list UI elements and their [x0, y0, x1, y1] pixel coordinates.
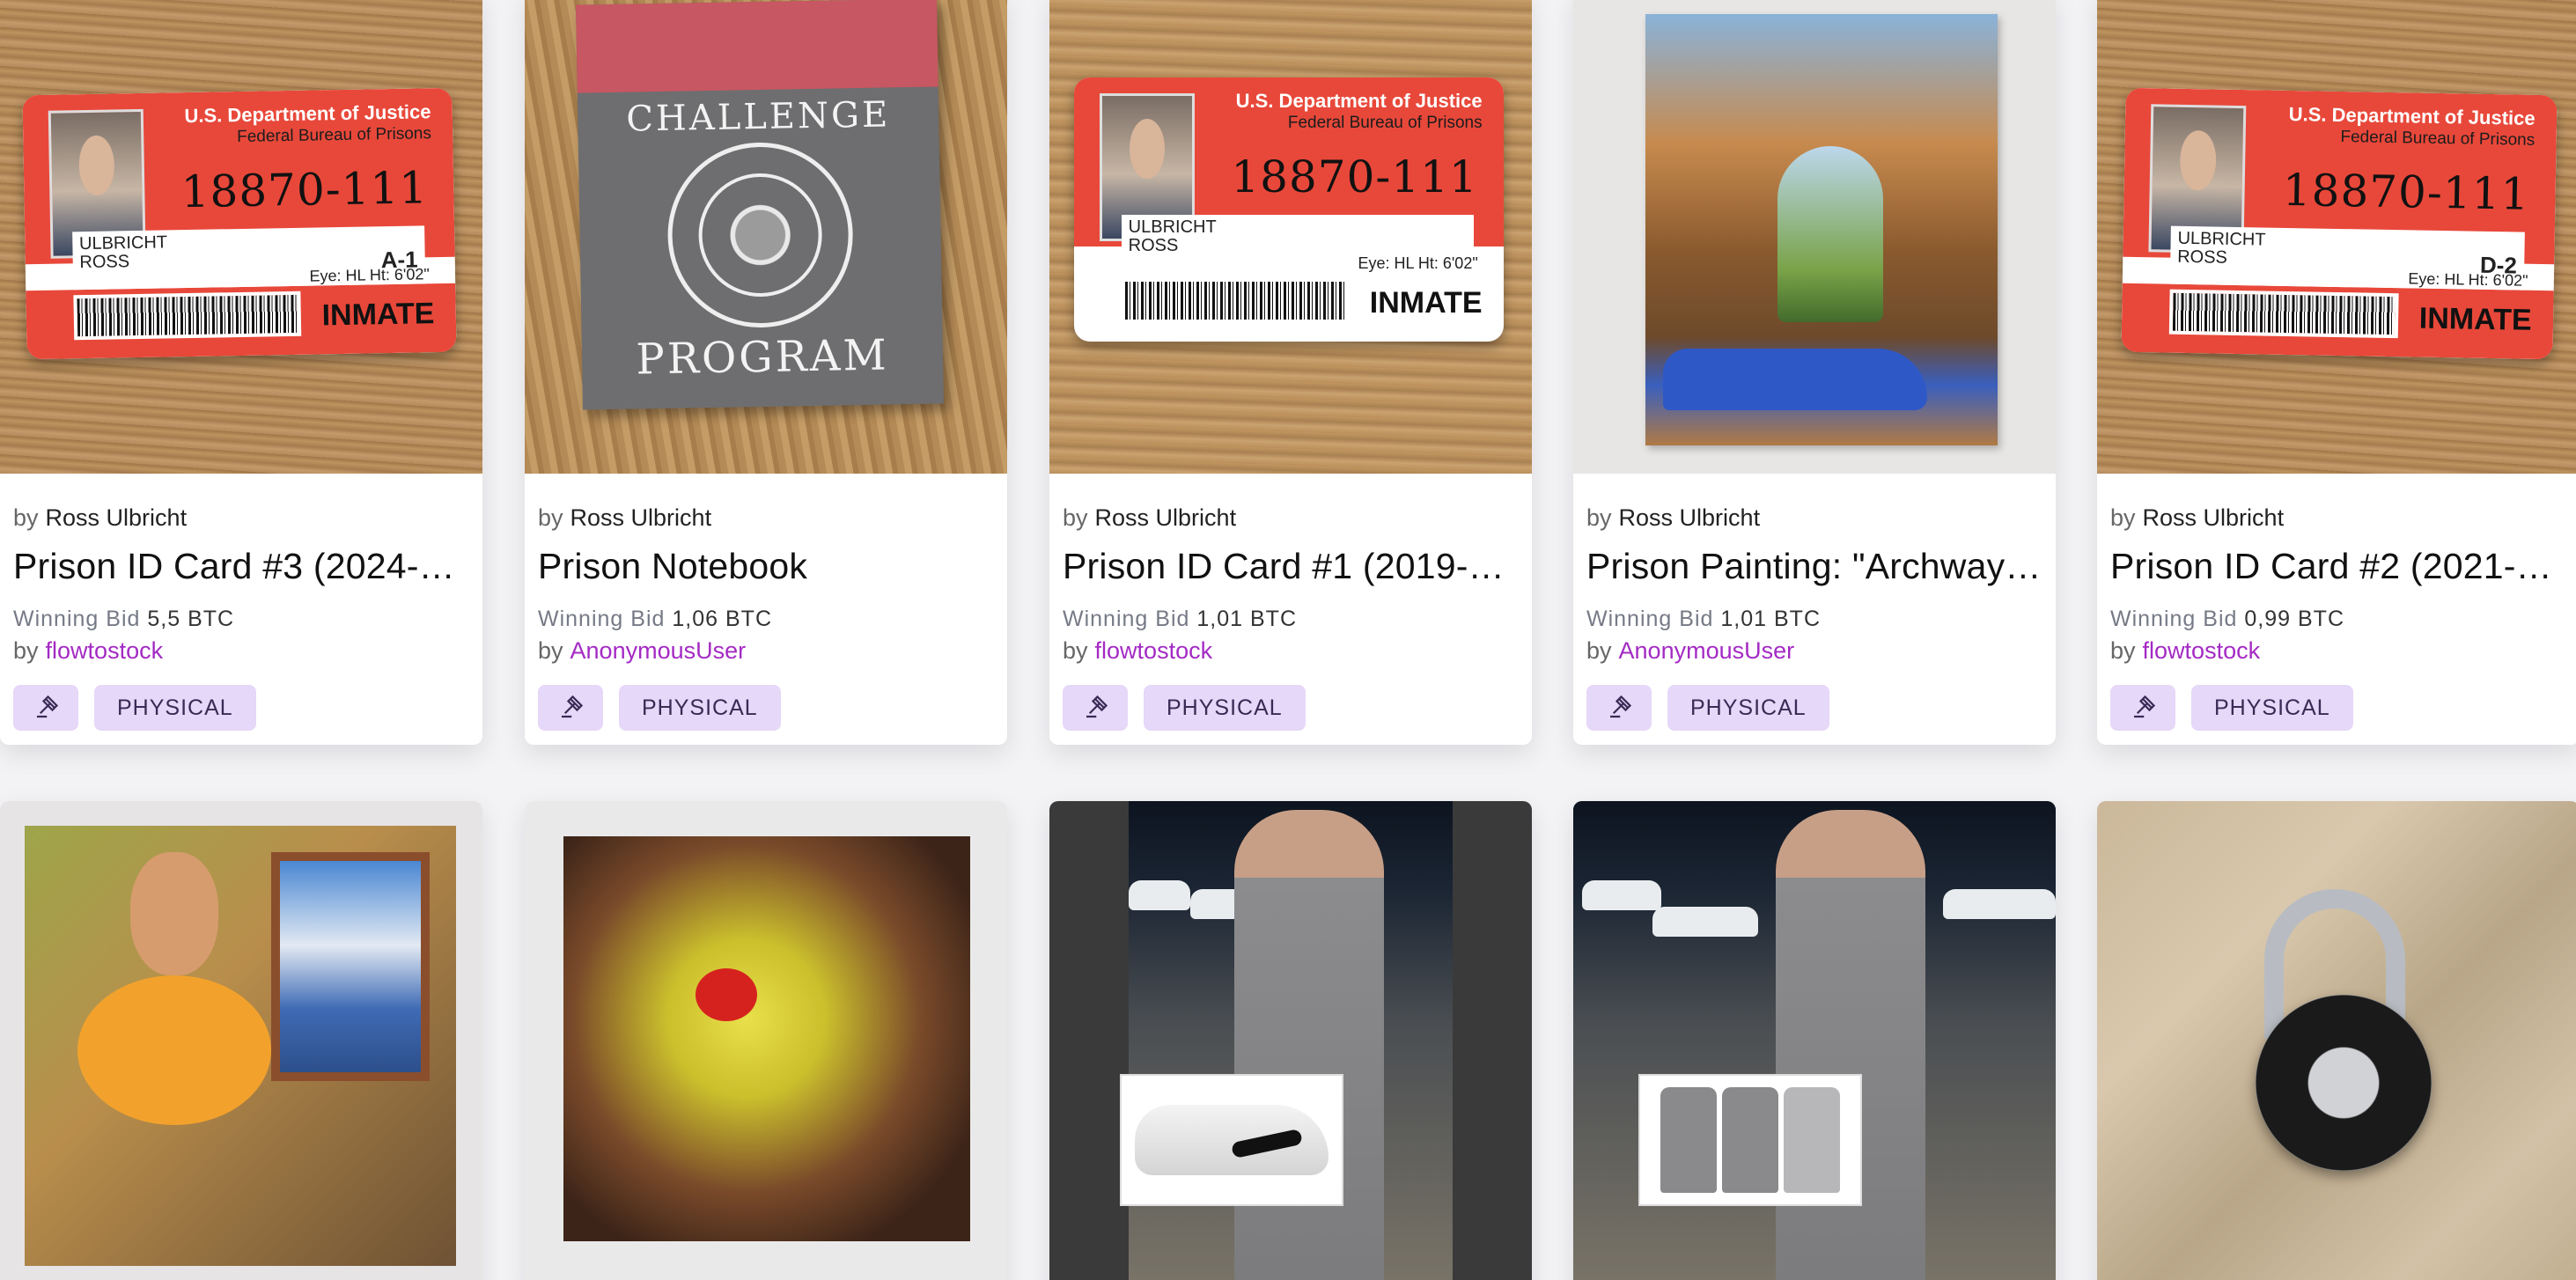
listing-image[interactable]: [1573, 0, 2056, 474]
listing-card[interactable]: [2097, 801, 2576, 1280]
listing-title[interactable]: Prison ID Card #1 (2019-20...: [1063, 541, 1519, 592]
artist-line: by Ross Ulbricht: [2110, 504, 2285, 531]
artist-name: Ross Ulbricht: [1094, 504, 1237, 531]
listing-title[interactable]: Prison Painting: "Archway" ...: [1586, 541, 2042, 592]
listing-title[interactable]: Prison ID Card #3 (2024-2...: [13, 541, 469, 592]
artist-line: by Ross Ulbricht: [13, 504, 188, 531]
clothes-inset-image: [1638, 1074, 1862, 1206]
listing-grid: U.S. Department of Justice Federal Bureau…: [0, 0, 2576, 1280]
artist-line: by Ross Ulbricht: [1586, 504, 1761, 531]
winner-line: by flowtostock: [2110, 637, 2261, 664]
winner-line: by AnonymousUser: [538, 637, 747, 664]
winner-link[interactable]: AnonymousUser: [570, 637, 747, 664]
listing-image[interactable]: U.S. Department of Justice Federal Bureau…: [0, 0, 482, 474]
artist-line: by Ross Ulbricht: [538, 504, 712, 531]
notebook-image: CHALLENGE PROGRAM: [576, 0, 944, 410]
artist-name: Ross Ulbricht: [1618, 504, 1761, 531]
listing-image[interactable]: [1049, 801, 1532, 1280]
winning-bid: Winning Bid 5,5 BTC: [13, 607, 235, 631]
gavel-icon[interactable]: [1063, 685, 1128, 731]
listing-image[interactable]: [0, 801, 482, 1280]
winning-bid: Winning Bid 1,06 BTC: [538, 607, 773, 631]
listing-image[interactable]: CHALLENGE PROGRAM: [525, 0, 1007, 474]
listing-title[interactable]: Prison ID Card #2 (2021-2...: [2110, 541, 2566, 592]
winning-bid: Winning Bid 0,99 BTC: [2110, 607, 2345, 631]
listing-card[interactable]: [525, 801, 1007, 1280]
artist-name: Ross Ulbricht: [570, 504, 712, 531]
listing-card[interactable]: [0, 801, 482, 1280]
listing-card[interactable]: U.S. Department of Justice Federal Bureau…: [2097, 0, 2576, 745]
winner-link[interactable]: flowtostock: [1095, 637, 1213, 664]
listing-card[interactable]: [1573, 801, 2056, 1280]
physical-tag[interactable]: PHYSICAL: [94, 685, 256, 731]
listing-title[interactable]: Prison Notebook: [538, 541, 994, 592]
winner-link[interactable]: flowtostock: [46, 637, 164, 664]
winner-link[interactable]: flowtostock: [2143, 637, 2261, 664]
physical-tag[interactable]: PHYSICAL: [619, 685, 781, 731]
listing-image[interactable]: U.S. Department of Justice Federal Bureau…: [2097, 0, 2576, 474]
night-photo-image: [1129, 801, 1453, 1280]
gavel-icon[interactable]: [1586, 685, 1652, 731]
winning-bid: Winning Bid 1,01 BTC: [1586, 607, 1822, 631]
winner-link[interactable]: AnonymousUser: [1619, 637, 1795, 664]
listing-card[interactable]: U.S. Department of Justice Federal Bureau…: [1049, 0, 1532, 745]
listing-card[interactable]: [1049, 801, 1532, 1280]
combination-lock-image: [2256, 995, 2432, 1171]
listing-image[interactable]: [1573, 801, 2056, 1280]
id-card-image: U.S. Department of Justice Federal Bureau…: [2121, 87, 2558, 360]
gavel-icon[interactable]: [538, 685, 603, 731]
listing-card[interactable]: by Ross Ulbricht Prison Painting: "Archwa…: [1573, 0, 2056, 745]
artist-line: by Ross Ulbricht: [1063, 504, 1237, 531]
archway-painting-image: [1645, 14, 1998, 445]
listing-card[interactable]: U.S. Department of Justice Federal Bureau…: [0, 0, 482, 745]
listing-image[interactable]: U.S. Department of Justice Federal Bureau…: [1049, 0, 1532, 474]
id-card-image: U.S. Department of Justice Federal Bureau…: [1074, 77, 1504, 342]
physical-tag[interactable]: PHYSICAL: [2191, 685, 2353, 731]
artist-name: Ross Ulbricht: [45, 504, 188, 531]
winner-line: by flowtostock: [1063, 637, 1213, 664]
winning-bid: Winning Bid 1,01 BTC: [1063, 607, 1298, 631]
night-photo-image: [1573, 801, 2056, 1280]
gavel-icon[interactable]: [2110, 685, 2175, 731]
shoes-inset-image: [1120, 1074, 1343, 1206]
physical-tag[interactable]: PHYSICAL: [1144, 685, 1306, 731]
listing-card[interactable]: CHALLENGE PROGRAM by Ross Ulbricht Prison…: [525, 0, 1007, 745]
winner-line: by flowtostock: [13, 637, 164, 664]
id-card-image: U.S. Department of Justice Federal Bureau…: [22, 87, 457, 360]
guitar-painting-image: [25, 826, 456, 1266]
listing-image[interactable]: [525, 801, 1007, 1280]
listing-image[interactable]: [2097, 801, 2576, 1280]
rose-painting-image: [563, 836, 970, 1241]
physical-tag[interactable]: PHYSICAL: [1667, 685, 1829, 731]
gavel-icon[interactable]: [13, 685, 78, 731]
winner-line: by AnonymousUser: [1586, 637, 1795, 664]
artist-name: Ross Ulbricht: [2142, 504, 2285, 531]
